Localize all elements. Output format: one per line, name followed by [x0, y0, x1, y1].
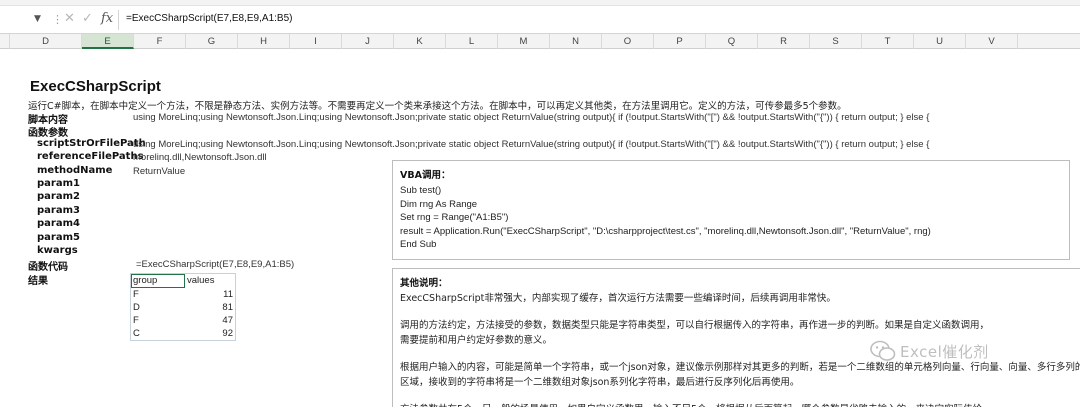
watermark: Excel催化剂 [870, 340, 989, 362]
result-cell-value[interactable]: 11 [223, 289, 233, 300]
result-cell-group[interactable]: D [133, 302, 140, 313]
result-header-group[interactable]: group [131, 274, 185, 288]
column-header-g[interactable]: G [186, 34, 238, 49]
param-value[interactable]: ReturnValue [133, 166, 185, 177]
vba-heading: VBA调用： [400, 170, 451, 181]
column-header-n[interactable]: N [550, 34, 602, 49]
column-headers: CDEFGHIJKLMNOPQRSTUV [0, 34, 1080, 49]
result-cell-value[interactable]: 81 [222, 302, 233, 313]
sheet-title: ExecCSharpScript [30, 78, 161, 95]
param-label: param5 [37, 231, 80, 243]
wechat-icon [870, 340, 896, 361]
column-header-t[interactable]: T [862, 34, 914, 49]
notes-textbox[interactable]: 其他说明： ExecCSharpScript非常强大，内部实现了缓存，首次运行方… [392, 268, 1080, 407]
enter-check-icon[interactable]: ✓ [82, 11, 93, 26]
vba-code-line: End Sub [400, 239, 437, 250]
param-label: param1 [37, 178, 80, 189]
notes-heading: 其他说明： [400, 278, 448, 289]
formula-bar: ▼ ⋮ ✕ ✓ fx =ExecCSharpScript(E7,E8,E9,A1… [0, 6, 1080, 34]
result-cell-group[interactable]: F [133, 289, 139, 300]
result-header-values[interactable]: values [185, 275, 214, 286]
param-label: kwargs [37, 245, 78, 256]
notes-paragraph: ExecCSharpScript非常强大，内部实现了缓存，首次运行方法需要一些编… [400, 293, 836, 304]
watermark-text: Excel催化剂 [900, 342, 989, 361]
column-header-c[interactable]: C [0, 34, 10, 49]
column-header-f[interactable]: F [134, 34, 186, 49]
column-header-p[interactable]: P [654, 34, 706, 49]
notes-paragraph: 方法参数共有5个，另一般的场景使用，如果自定义函数里，输入不足5个，将根据从后面… [400, 402, 1073, 407]
column-header-l[interactable]: L [446, 34, 498, 49]
param-label: param4 [37, 218, 80, 230]
result-cell-value[interactable]: 92 [222, 328, 233, 339]
formula-bar-grip-icon: ⋮ [52, 13, 63, 26]
column-header-s[interactable]: S [810, 34, 862, 49]
insert-function-icon[interactable]: fx [101, 11, 113, 26]
column-header-k[interactable]: K [394, 34, 446, 49]
column-header-v[interactable]: V [966, 34, 1018, 49]
param-value[interactable]: =ExecCSharpScript(E7,E8,E9,A1:B5) [136, 259, 294, 270]
notes-paragraph: 根据用户输入的内容，可能是简单一个字符串，或一个json对象，建议像示例那样对其… [400, 362, 1080, 388]
column-header-u[interactable]: U [914, 34, 966, 49]
param-label: param3 [37, 204, 80, 216]
result-cell-group[interactable]: F [133, 315, 139, 326]
vba-code-line: Set rng = Range("A1:B5") [400, 212, 509, 223]
column-header-i[interactable]: I [290, 34, 342, 49]
column-header-q[interactable]: Q [706, 34, 758, 49]
column-header-m[interactable]: M [498, 34, 550, 49]
result-cell-value[interactable]: 47 [222, 315, 233, 326]
formula-input[interactable]: =ExecCSharpScript(E7,E8,E9,A1:B5) [126, 13, 292, 24]
column-header-d[interactable]: D [10, 34, 82, 49]
result-cell-group[interactable]: C [133, 328, 140, 339]
vba-textbox[interactable]: VBA调用： Sub test() Dim rng As Range Set rng… [392, 160, 1070, 260]
name-box-dropdown-icon[interactable]: ▼ [34, 14, 41, 24]
param-label: param2 [37, 191, 80, 203]
param-label: referenceFilePaths [37, 151, 144, 163]
param-value[interactable]: using MoreLinq;using Newtonsoft.Json.Lin… [133, 139, 929, 150]
column-header-e[interactable]: E [82, 34, 134, 49]
param-value[interactable]: morelinq.dll,Newtonsoft.Json.dll [133, 152, 267, 163]
column-header-j[interactable]: J [342, 34, 394, 49]
formula-bar-divider [118, 10, 119, 30]
column-header-o[interactable]: O [602, 34, 654, 49]
result-table[interactable]: group values F 11 D 81 F 47 C 92 [130, 273, 236, 341]
vba-code-line: Sub test() [400, 185, 442, 196]
vba-code-line: Dim rng As Range [400, 198, 478, 210]
cancel-icon[interactable]: ✕ [64, 11, 75, 26]
param-label: methodName [37, 164, 113, 176]
column-header-r[interactable]: R [758, 34, 810, 49]
param-label: scriptStrOrFilePath [37, 137, 146, 149]
param-label: 结果 [28, 275, 48, 287]
vba-code-line: result = Application.Run("ExecCSharpScri… [400, 225, 931, 237]
param-value[interactable]: using MoreLinq;using Newtonsoft.Json.Lin… [133, 112, 929, 123]
column-header-h[interactable]: H [238, 34, 290, 49]
sheet-description: 运行C#脚本，在脚本中定义一个方法，不限是静态方法、实例方法等。不需要再定义一个… [28, 101, 847, 112]
